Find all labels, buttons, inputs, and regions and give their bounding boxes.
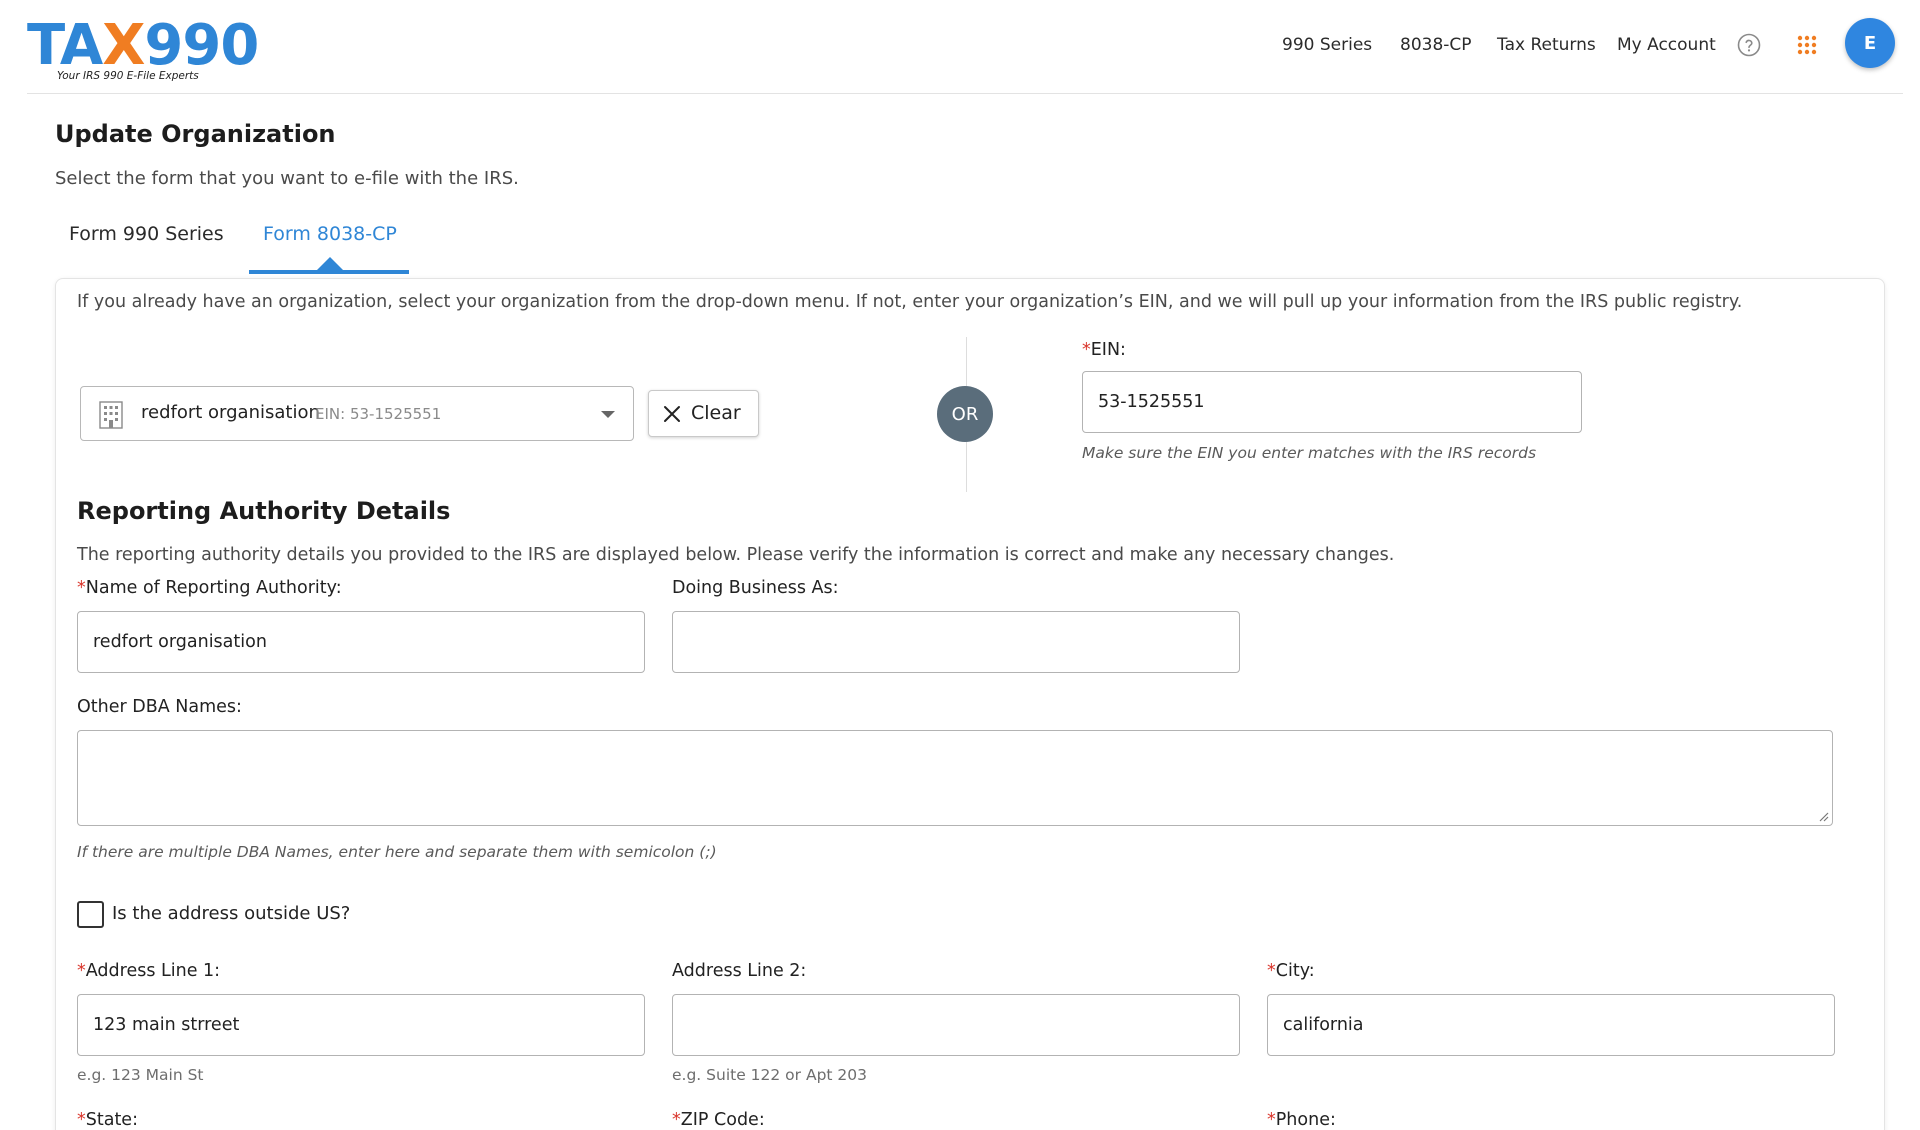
or-badge: OR [937, 386, 993, 442]
header-divider [27, 93, 1903, 94]
logo-tagline: Your IRS 990 E-File Experts [57, 70, 199, 82]
city-label: *City: [1267, 961, 1315, 981]
required-marker: * [672, 1110, 681, 1130]
state-label: *State: [77, 1110, 138, 1130]
other-dba-names-textarea[interactable] [77, 730, 1833, 826]
active-tab-caret [317, 257, 343, 270]
selected-org-name: redfort organisation [141, 402, 320, 423]
org-lookup-intro: If you already have an organization, sel… [77, 292, 1743, 312]
ein-hint: Make sure the EIN you enter matches with… [1082, 444, 1537, 462]
reporting-authority-name-input[interactable]: redfort organisation [77, 611, 645, 673]
state-label-text: State: [85, 1110, 138, 1130]
apps-grid-icon[interactable] [1797, 35, 1817, 55]
required-marker: * [77, 1110, 86, 1130]
address-line-2-input[interactable] [672, 994, 1240, 1056]
tab-form-990-series[interactable]: Form 990 Series [69, 223, 224, 245]
logo-x: X [102, 13, 145, 78]
doing-business-as-label: Doing Business As: [672, 578, 839, 598]
nav-990-series[interactable]: 990 Series [1282, 35, 1372, 55]
zip-code-label: *ZIP Code: [672, 1110, 765, 1130]
name-of-reporting-authority-label: *Name of Reporting Authority: [77, 578, 342, 598]
caret-down-icon [601, 411, 615, 418]
address-line-2-label: Address Line 2: [672, 961, 807, 981]
building-icon [99, 401, 123, 429]
help-circle-icon[interactable] [1737, 33, 1761, 57]
logo-wordmark: TAX990 [27, 13, 259, 78]
address-line-1-input[interactable]: 123 main strreet [77, 994, 645, 1056]
address1-label-text: Address Line 1: [85, 961, 221, 981]
required-marker: * [1267, 961, 1276, 981]
tax990-logo[interactable]: TAX990 Your IRS 990 E-File Experts [27, 8, 259, 88]
logo-ta: TA [27, 13, 103, 78]
phone-label-text: Phone: [1275, 1110, 1336, 1130]
resize-grip-icon[interactable] [1817, 810, 1829, 822]
ein-input[interactable]: 53-1525551 [1082, 371, 1582, 433]
required-marker: * [1267, 1110, 1276, 1130]
ein-label: *EIN: [1082, 340, 1126, 360]
other-dba-hint: If there are multiple DBA Names, enter h… [77, 843, 717, 861]
reporting-section-description: The reporting authority details you prov… [77, 545, 1395, 565]
tab-form-8038-cp[interactable]: Form 8038-CP [263, 223, 397, 245]
address-outside-us-checkbox[interactable] [77, 901, 104, 928]
address-line-1-hint: e.g. 123 Main St [77, 1066, 204, 1084]
doing-business-as-input[interactable] [672, 611, 1240, 673]
clear-button[interactable]: Clear [648, 390, 759, 437]
logo-990: 990 [144, 13, 259, 78]
nav-8038-cp[interactable]: 8038-CP [1400, 35, 1472, 55]
address-outside-us-label: Is the address outside US? [112, 903, 351, 924]
required-marker: * [1082, 340, 1091, 360]
nav-tax-returns[interactable]: Tax Returns [1497, 35, 1596, 55]
city-input[interactable]: california [1267, 994, 1835, 1056]
user-avatar[interactable]: E [1845, 18, 1895, 68]
address-line-2-hint: e.g. Suite 122 or Apt 203 [672, 1066, 867, 1084]
organization-dropdown[interactable]: redfort organisation EIN: 53-1525551 [80, 386, 634, 441]
reporting-section-title: Reporting Authority Details [77, 497, 451, 525]
nav-my-account[interactable]: My Account [1617, 35, 1716, 55]
required-marker: * [77, 961, 86, 981]
close-icon [664, 406, 680, 422]
page-title: Update Organization [55, 120, 336, 148]
ein-label-text: EIN: [1090, 340, 1126, 360]
active-tab-underline [249, 270, 409, 274]
clear-button-label: Clear [691, 402, 741, 424]
top-header: TAX990 Your IRS 990 E-File Experts 990 S… [0, 0, 1920, 96]
city-label-text: City: [1275, 961, 1315, 981]
form-tabs: Form 990 Series Form 8038-CP [55, 215, 1885, 276]
page-subtitle: Select the form that you want to e-file … [55, 168, 519, 189]
required-marker: * [77, 578, 86, 598]
address-line-1-label: *Address Line 1: [77, 961, 220, 981]
phone-label: *Phone: [1267, 1110, 1336, 1130]
zip-label-text: ZIP Code: [680, 1110, 765, 1130]
other-dba-names-label: Other DBA Names: [77, 697, 242, 717]
selected-org-ein: EIN: 53-1525551 [315, 405, 442, 423]
name-label-text: Name of Reporting Authority: [85, 578, 342, 598]
